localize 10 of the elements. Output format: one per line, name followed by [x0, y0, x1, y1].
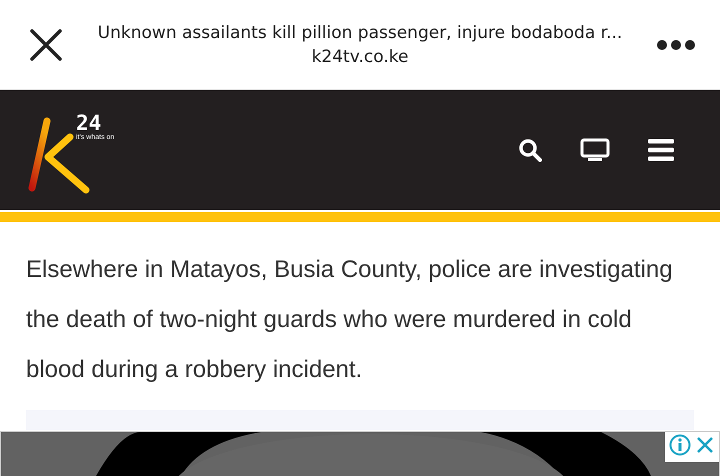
- info-icon[interactable]: [669, 434, 691, 456]
- close-icon[interactable]: [28, 26, 64, 62]
- article-paragraph: Elsewhere in Matayos, Busia County, police are investigating the death of two-night guards who were murdered in cold blood during a robbery incident.: [26, 255, 674, 385]
- page-title: Unknown assailants kill pillion passenger, injure bodaboda r...: [98, 22, 622, 42]
- monitor-icon[interactable]: [580, 138, 610, 162]
- more-icon[interactable]: [656, 38, 696, 50]
- menu-icon[interactable]: [648, 139, 674, 161]
- page-url: k24tv.co.ke: [312, 46, 408, 66]
- search-icon[interactable]: [518, 138, 542, 162]
- logo-number: 24: [76, 113, 102, 133]
